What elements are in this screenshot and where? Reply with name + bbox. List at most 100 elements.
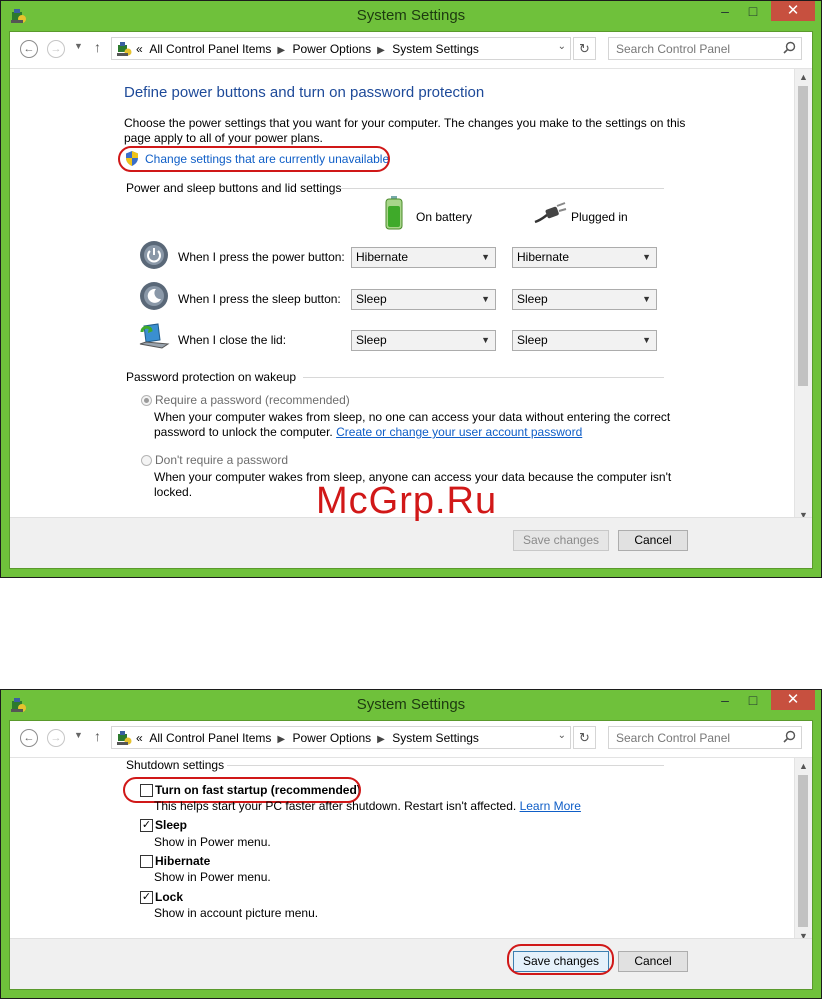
close-button[interactable]: ✕ [771,1,815,21]
intro-text: Choose the power settings that you want … [124,116,685,146]
back-arrow-icon[interactable]: ← [20,729,38,747]
back-arrow-icon[interactable]: ← [20,40,38,58]
forward-arrow-icon[interactable]: → [47,729,65,747]
vertical-scrollbar[interactable]: ▲ ▼ [794,69,812,523]
scrollbar-thumb[interactable] [798,86,808,386]
power-button-on-battery-select[interactable]: Hibernate ▼ [351,247,496,268]
window-title: System Settings [356,7,466,24]
breadcrumb-separator-icon[interactable]: ▶ [277,45,285,56]
lock-checkbox[interactable]: ✓ [140,891,153,904]
group-divider [340,188,664,189]
up-arrow-icon[interactable]: ↑ [94,728,101,744]
power-sleep-group-title: Power and sleep buttons and lid settings [126,181,342,195]
dialog-footer: Save changes Cancel [10,517,812,568]
dont-require-password-label[interactable]: Don't require a password [155,453,288,468]
chevron-down-icon: ▼ [642,252,651,262]
maximize-button[interactable]: □ [739,1,767,21]
sleep-button-on-battery-select[interactable]: Sleep ▼ [351,289,496,310]
lock-label[interactable]: Lock [155,890,183,905]
sleep-button-icon [140,282,168,310]
window-client-area: ← → ▼ ↑ « All Control Panel Items ▶ Power… [9,720,813,990]
close-lid-on-battery-select[interactable]: Sleep ▼ [351,330,496,351]
sleep-button-plugged-in-select[interactable]: Sleep ▼ [512,289,657,310]
window-title: System Settings [356,696,466,713]
close-button[interactable]: ✕ [771,690,815,710]
breadcrumb-overflow[interactable]: « [136,42,143,56]
breadcrumb-system-settings[interactable]: System Settings [392,42,479,56]
refresh-icon[interactable]: ↻ [573,726,596,749]
create-password-link[interactable]: Create or change your user account passw… [336,425,582,439]
learn-more-link[interactable]: Learn More [520,799,581,813]
chevron-down-icon: ▼ [481,294,490,304]
search-icon[interactable] [783,730,796,743]
recent-locations-chevron-icon[interactable]: ▼ [74,41,83,51]
scroll-up-chevron-icon[interactable]: ▲ [795,758,812,774]
cancel-button[interactable]: Cancel [618,530,688,551]
scrollbar-thumb[interactable] [798,775,808,927]
chevron-down-icon: ▼ [642,294,651,304]
scroll-up-chevron-icon[interactable]: ▲ [795,69,812,85]
selected-value: Hibernate [356,250,409,264]
navigation-bar: ← → ▼ ↑ « All Control Panel Items ▶ Power… [10,721,812,758]
fast-startup-description-text: This helps start your PC faster after sh… [154,799,517,813]
breadcrumb-power-options[interactable]: Power Options [292,42,371,56]
selected-value: Sleep [517,333,548,347]
laptop-lid-icon [139,323,170,349]
forward-arrow-icon[interactable]: → [47,40,65,58]
settings-content: Shutdown settings Turn on fast startup (… [10,758,794,946]
refresh-icon[interactable]: ↻ [573,37,596,60]
address-bar[interactable]: « All Control Panel Items ▶ Power Options… [111,726,571,749]
maximize-button[interactable]: □ [739,690,767,710]
address-dropdown-chevron-icon[interactable]: ⌄ [558,41,566,52]
hibernate-label[interactable]: Hibernate [155,854,210,869]
selected-value: Hibernate [517,250,570,264]
dont-require-password-radio[interactable] [141,455,152,466]
power-plug-icon [534,202,567,224]
selected-value: Sleep [356,292,387,306]
breadcrumb-power-options[interactable]: Power Options [292,731,371,745]
save-changes-button[interactable]: Save changes [513,530,609,551]
require-password-radio[interactable] [141,395,152,406]
recent-locations-chevron-icon[interactable]: ▼ [74,730,83,740]
breadcrumb-all-control-panel-items[interactable]: All Control Panel Items [149,42,271,56]
cancel-button[interactable]: Cancel [618,951,688,972]
search-box[interactable] [608,37,802,60]
require-password-label[interactable]: Require a password (recommended) [155,393,350,408]
plugged-in-header: Plugged in [571,210,628,224]
minimize-button[interactable]: – [711,1,739,21]
watermark-text: McGrp.Ru [316,480,498,522]
search-icon[interactable] [783,41,796,54]
hibernate-checkbox[interactable] [140,855,153,868]
navigation-bar: ← → ▼ ↑ « All Control Panel Items ▶ Power… [10,32,812,69]
chevron-down-icon: ▼ [481,335,490,345]
breadcrumb-separator-icon[interactable]: ▶ [377,45,385,56]
on-battery-header: On battery [416,210,473,224]
title-bar[interactable]: System Settings – □ ✕ [1,690,821,720]
dialog-footer: Save changes Cancel [10,938,812,989]
require-password-description: When your computer wakes from sleep, no … [154,410,670,440]
group-divider [227,765,664,766]
search-box[interactable] [608,726,802,749]
breadcrumb-separator-icon[interactable]: ▶ [277,734,285,745]
search-input[interactable] [609,727,784,748]
require-description-line-2: password to unlock the computer. Create … [154,425,670,440]
close-lid-plugged-in-select[interactable]: Sleep ▼ [512,330,657,351]
breadcrumb-overflow[interactable]: « [136,731,143,745]
address-dropdown-chevron-icon[interactable]: ⌄ [558,730,566,741]
sleep-description: Show in Power menu. [154,835,271,849]
address-bar[interactable]: « All Control Panel Items ▶ Power Options… [111,37,571,60]
chevron-down-icon: ▼ [642,335,651,345]
breadcrumb-all-control-panel-items[interactable]: All Control Panel Items [149,731,271,745]
search-input[interactable] [609,38,784,59]
breadcrumb-system-settings[interactable]: System Settings [392,731,479,745]
breadcrumb-separator-icon[interactable]: ▶ [377,734,385,745]
sleep-checkbox[interactable]: ✓ [140,819,153,832]
power-button-plugged-in-select[interactable]: Hibernate ▼ [512,247,657,268]
vertical-scrollbar[interactable]: ▲ ▼ [794,758,812,944]
power-button-label: When I press the power button: [178,250,345,264]
sleep-label[interactable]: Sleep [155,818,187,833]
minimize-button[interactable]: – [711,690,739,710]
title-bar[interactable]: System Settings – □ ✕ [1,1,821,31]
up-arrow-icon[interactable]: ↑ [94,39,101,55]
power-button-icon [140,241,168,269]
